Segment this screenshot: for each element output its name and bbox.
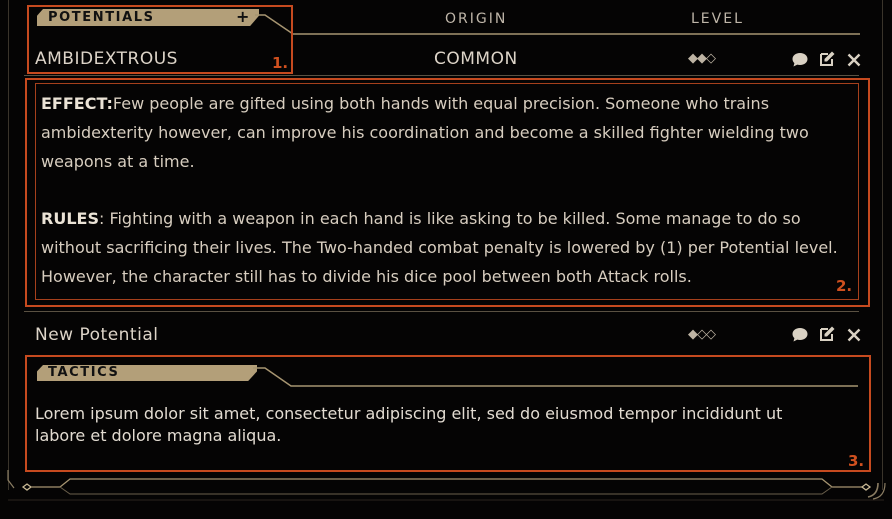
- close-icon[interactable]: [845, 326, 863, 344]
- annotation-box-3: [25, 355, 871, 472]
- potential-origin: COMMON: [434, 49, 518, 69]
- comment-icon[interactable]: [791, 51, 809, 69]
- annotation-label-1: 1.: [272, 54, 289, 72]
- comment-icon[interactable]: [791, 326, 809, 344]
- frame-left: [8, 0, 9, 490]
- potential-name-2[interactable]: New Potential: [35, 325, 158, 345]
- level-column-header: LEVEL: [691, 11, 744, 27]
- description-divider: [24, 311, 859, 312]
- close-icon[interactable]: [845, 51, 863, 69]
- annotation-box-1: [27, 5, 293, 74]
- header-divider: [255, 14, 860, 35]
- edit-icon[interactable]: [818, 50, 836, 68]
- annotation-label-3: 3.: [848, 452, 865, 470]
- level-diamonds-2[interactable]: ◆◇◇: [688, 327, 716, 342]
- level-diamonds[interactable]: ◆◆◇: [688, 51, 716, 66]
- edit-icon[interactable]: [818, 325, 836, 343]
- origin-column-header: ORIGIN: [445, 11, 508, 27]
- frame-right: [882, 0, 883, 490]
- annotation-label-2: 2.: [836, 277, 853, 295]
- bottom-frame: [7, 470, 886, 501]
- row-divider: [24, 75, 859, 76]
- annotation-inner-box-2: [35, 83, 859, 300]
